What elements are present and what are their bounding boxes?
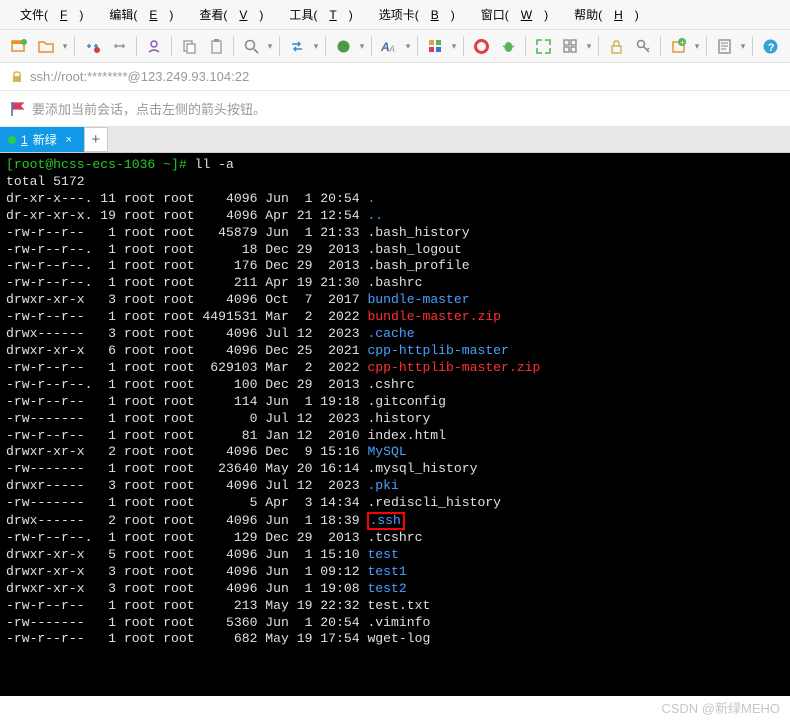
menu-tabs[interactable]: 选项卡(B)	[367, 3, 467, 26]
reconnect-icon[interactable]	[106, 34, 132, 58]
globe-icon[interactable]	[330, 34, 356, 58]
profile-icon[interactable]	[141, 34, 167, 58]
menu-tools[interactable]: 工具(T)	[277, 3, 364, 26]
dropdown-icon[interactable]: ▾	[357, 34, 367, 58]
svg-text:+: +	[680, 38, 685, 47]
menu-bar: 文件(F) 编辑(E) 查看(V) 工具(T) 选项卡(B) 窗口(W) 帮助(…	[0, 0, 790, 30]
dropdown-icon[interactable]: ▾	[692, 34, 702, 58]
close-icon[interactable]: ×	[62, 133, 76, 147]
menu-window[interactable]: 窗口(W)	[469, 3, 560, 26]
dropdown-icon[interactable]: ▾	[584, 34, 594, 58]
new-tab-button[interactable]: +	[84, 127, 108, 152]
status-dot-icon	[8, 136, 16, 144]
new-session-icon[interactable]	[6, 34, 32, 58]
dropdown-icon[interactable]: ▾	[449, 34, 459, 58]
dropdown-icon[interactable]: ▾	[311, 34, 321, 58]
tab-number: 1	[21, 133, 28, 147]
address-text: ssh://root:********@123.249.93.104:22	[30, 69, 249, 84]
menu-file[interactable]: 文件(F)	[8, 3, 95, 26]
toolbar: ▾ ▾ ▾ ▾ AA ▾ ▾ ▾ + ▾ ▾ ?	[0, 30, 790, 63]
hint-bar: 要添加当前会话，点击左侧的箭头按钮。	[0, 91, 790, 127]
palette-icon[interactable]	[422, 34, 448, 58]
lock-icon	[10, 70, 24, 84]
grid-icon[interactable]	[557, 34, 583, 58]
hint-text: 要添加当前会话，点击左侧的箭头按钮。	[32, 99, 266, 118]
paste-icon[interactable]	[203, 34, 229, 58]
dropdown-icon[interactable]: ▾	[265, 34, 275, 58]
script-icon[interactable]	[711, 34, 737, 58]
dropdown-icon[interactable]: ▾	[60, 34, 70, 58]
search-icon[interactable]	[238, 34, 264, 58]
record-icon[interactable]	[468, 34, 494, 58]
open-folder-icon[interactable]	[33, 34, 59, 58]
copy-icon[interactable]	[176, 34, 202, 58]
dropdown-icon[interactable]: ▾	[403, 34, 413, 58]
bug-icon[interactable]	[495, 34, 521, 58]
watermark: CSDN @新绿MEHO	[661, 698, 780, 717]
flag-icon[interactable]	[10, 101, 26, 117]
tab-bar: 1 新绿 × +	[0, 127, 790, 153]
svg-text:A: A	[388, 44, 395, 54]
add-icon[interactable]: +	[665, 34, 691, 58]
menu-view[interactable]: 查看(V)	[187, 3, 275, 26]
dropdown-icon[interactable]: ▾	[738, 34, 748, 58]
lock-icon[interactable]	[603, 34, 629, 58]
help-icon[interactable]: ?	[757, 34, 783, 58]
transfer-icon[interactable]	[284, 34, 310, 58]
tab-title: 新绿	[33, 131, 57, 148]
address-bar[interactable]: ssh://root:********@123.249.93.104:22	[0, 63, 790, 91]
svg-text:?: ?	[767, 42, 774, 54]
font-icon[interactable]: AA	[376, 34, 402, 58]
expand-icon[interactable]	[530, 34, 556, 58]
terminal[interactable]: [root@hcss-ecs-1036 ~]# ll -a total 5172…	[0, 153, 790, 696]
key-icon[interactable]	[630, 34, 656, 58]
disconnect-icon[interactable]	[79, 34, 105, 58]
menu-help[interactable]: 帮助(H)	[562, 3, 651, 26]
tab-session[interactable]: 1 新绿 ×	[0, 127, 84, 152]
menu-edit[interactable]: 编辑(E)	[97, 3, 185, 26]
